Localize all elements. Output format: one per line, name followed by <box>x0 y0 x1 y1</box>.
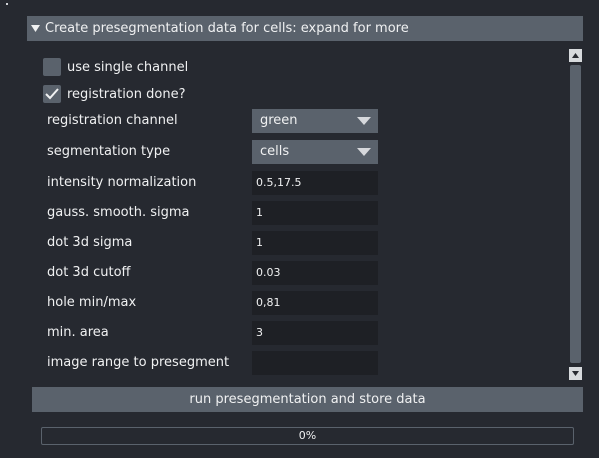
arrow-up-icon <box>572 53 579 58</box>
collapsible-section-header[interactable]: Create presegmentation data for cells: e… <box>27 16 583 41</box>
run-presegmentation-button[interactable]: run presegmentation and store data <box>32 387 583 412</box>
registration-channel-value: green <box>260 113 298 128</box>
progress-bar: 0% <box>41 427 574 445</box>
window-corner-dot <box>6 3 8 5</box>
intensity-normalization-label: intensity normalization <box>47 175 197 190</box>
dot-3d-cutoff-row: dot 3d cutoff 0.03 <box>32 261 567 285</box>
registration-done-label: registration done? <box>67 87 186 102</box>
dot-3d-sigma-row: dot 3d sigma 1 <box>32 231 567 255</box>
dot-3d-sigma-label: dot 3d sigma <box>47 235 133 250</box>
min-area-row: min. area 3 <box>32 321 567 345</box>
use-single-channel-label: use single channel <box>67 60 189 75</box>
image-range-field[interactable] <box>252 351 378 375</box>
dot-3d-cutoff-label: dot 3d cutoff <box>47 265 131 280</box>
segmentation-type-label: segmentation type <box>47 144 171 159</box>
scroll-up-button[interactable] <box>569 49 582 62</box>
registration-done-row: registration done? <box>32 83 567 107</box>
registration-channel-label: registration channel <box>47 113 178 128</box>
hole-min-max-label: hole min/max <box>47 295 137 310</box>
gauss-smooth-sigma-label: gauss. smooth. sigma <box>47 205 190 220</box>
intensity-normalization-field[interactable]: 0.5,17.5 <box>252 171 378 195</box>
arrow-down-icon <box>572 371 579 376</box>
chevron-down-icon <box>357 148 371 156</box>
dot-3d-cutoff-field[interactable]: 0.03 <box>252 261 378 285</box>
triangle-down-icon <box>31 24 40 33</box>
dot-3d-sigma-field[interactable]: 1 <box>252 231 378 255</box>
use-single-channel-checkbox[interactable] <box>43 58 61 76</box>
vertical-scrollbar[interactable] <box>569 47 582 381</box>
min-area-label: min. area <box>47 325 109 340</box>
min-area-field[interactable]: 3 <box>252 321 378 345</box>
registration-channel-row: registration channel green <box>32 109 567 133</box>
section-title: Create presegmentation data for cells: e… <box>45 21 409 36</box>
chevron-down-icon <box>357 117 371 125</box>
gauss-smooth-sigma-field[interactable]: 1 <box>252 201 378 225</box>
use-single-channel-row: use single channel <box>32 56 567 80</box>
scrollbar-thumb[interactable] <box>570 65 581 363</box>
segmentation-type-select[interactable]: cells <box>252 140 378 164</box>
image-range-row: image range to presegment <box>32 351 567 375</box>
gauss-smooth-sigma-row: gauss. smooth. sigma 1 <box>32 201 567 225</box>
scroll-down-button[interactable] <box>569 367 582 380</box>
settings-scroll-area: use single channel registration done? re… <box>32 46 567 380</box>
progress-text: 0% <box>298 429 317 442</box>
registration-channel-select[interactable]: green <box>252 109 378 133</box>
hole-min-max-row: hole min/max 0,81 <box>32 291 567 315</box>
registration-done-checkbox[interactable] <box>43 85 61 103</box>
checkmark-icon <box>45 88 59 100</box>
segmentation-type-value: cells <box>260 144 290 159</box>
intensity-normalization-row: intensity normalization 0.5,17.5 <box>32 171 567 195</box>
hole-min-max-field[interactable]: 0,81 <box>252 291 378 315</box>
segmentation-type-row: segmentation type cells <box>32 140 567 164</box>
image-range-label: image range to presegment <box>47 355 230 370</box>
